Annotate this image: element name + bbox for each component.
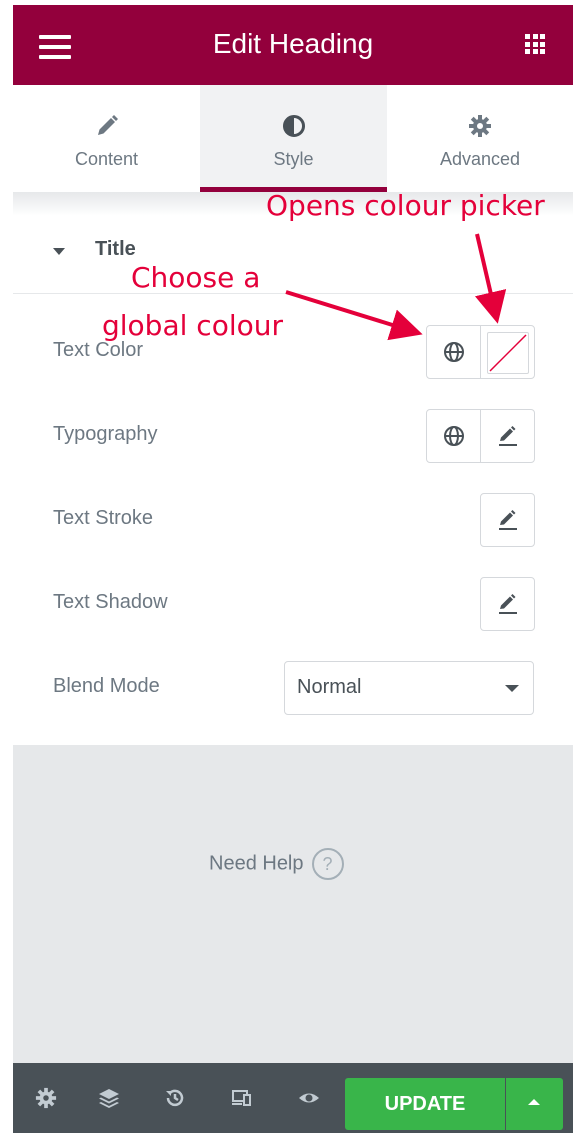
arrow-to-global-colour: [285, 290, 423, 341]
arrow-to-colour-picker: [474, 233, 507, 324]
annotation-arrows: [285, 233, 507, 341]
